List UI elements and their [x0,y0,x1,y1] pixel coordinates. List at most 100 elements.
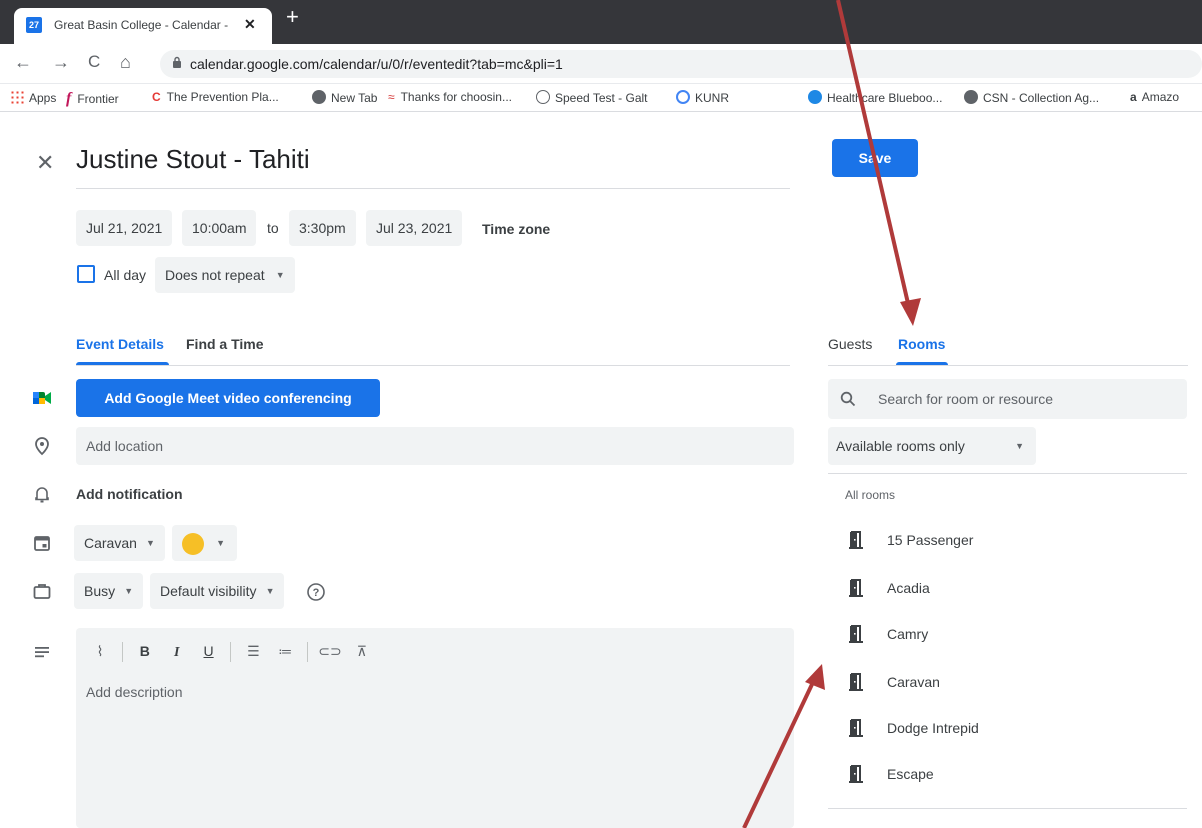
back-icon[interactable]: ← [14,52,32,73]
globe-icon [964,90,978,104]
description-editor[interactable]: ⌇ B I U ☰ ≔ ⊂⊃ ⊼ Add description [76,628,794,828]
bookmark-amazon[interactable]: a Amazo [1130,90,1179,104]
bookmark-apps[interactable]: Apps [10,90,56,105]
bookmark-prevention[interactable]: C The Prevention Pla... [152,90,279,104]
tab-find-a-time[interactable]: Find a Time [186,336,264,352]
bookmark-thanks[interactable]: ≈ Thanks for choosin... [388,90,512,104]
calendar-favicon-icon: 27 [26,17,42,33]
event-color-dropdown[interactable]: ▼ [172,525,237,561]
busy-dropdown[interactable]: Busy ▼ [74,573,144,609]
globe-icon [312,90,326,104]
room-item[interactable]: Caravan [845,668,1145,698]
bookmark-frontier[interactable]: f Frontier [66,90,119,108]
toolbar-divider [121,642,123,662]
room-item[interactable]: Dodge Intrepid [845,714,1145,744]
time-zone-link[interactable]: Time zone [482,221,550,237]
formatting-toolbar: ⌇ B I U ☰ ≔ ⊂⊃ ⊼ [86,642,376,666]
tab-event-details[interactable]: Event Details [76,336,164,352]
room-name: Escape [887,766,934,782]
room-search-placeholder: Search for room or resource [878,391,1054,407]
all-rooms-heading: All rooms [845,488,896,502]
close-event-icon[interactable]: ✕ [36,150,54,176]
start-date-field[interactable]: Jul 21, 2021 [76,210,173,246]
add-google-meet-button[interactable]: Add Google Meet video conferencing [76,379,380,417]
tab-title: Great Basin College - Calendar - [54,18,229,32]
room-name: Caravan [887,674,940,690]
bulleted-list-icon[interactable]: ≔ [271,643,299,660]
bookmark-kunr[interactable]: KUNR [676,90,729,105]
available-rooms-dropdown[interactable]: Available rooms only ▼ [828,427,1036,465]
reload-icon[interactable]: C [88,52,100,72]
new-tab-icon[interactable]: + [286,6,299,28]
lock-icon [173,56,181,68]
bookmark-speed-test[interactable]: Speed Test - Galt [536,90,648,105]
room-item[interactable]: Acadia [845,574,1145,604]
room-door-icon [849,673,863,691]
room-door-icon [849,579,863,597]
tab-rooms[interactable]: Rooms [898,336,945,352]
chevron-down-icon: ▼ [216,538,225,548]
repeat-dropdown[interactable]: Does not repeat ▼ [155,257,295,293]
radio-icon [676,90,690,104]
italic-icon[interactable]: I [163,645,191,661]
room-search-input[interactable]: Search for room or resource [828,379,1187,419]
help-icon[interactable]: ? [306,582,326,602]
briefcase-icon [33,584,51,599]
amazon-icon: a [1130,90,1137,104]
bookmark-healthcare[interactable]: Healthcare Blueboo... [808,90,942,105]
all-day-checkbox[interactable] [77,265,95,283]
clear-formatting-icon[interactable]: ⊼ [348,643,376,660]
arrowhead-room-list [805,664,825,690]
add-notification-link[interactable]: Add notification [76,486,183,502]
numbered-list-icon[interactable]: ☰ [239,643,267,660]
room-name: Acadia [887,580,930,596]
location-pin-icon [35,437,49,456]
attachment-icon[interactable]: ⌇ [86,643,114,660]
room-name: 15 Passenger [887,532,974,548]
bluebook-icon [808,90,822,104]
home-icon[interactable]: ⌂ [120,52,131,73]
url-omnibox[interactable]: calendar.google.com/calendar/u/0/r/event… [160,50,1202,78]
bookmark-csn[interactable]: CSN - Collection Ag... [964,90,1099,105]
chevron-down-icon: ▼ [124,586,134,596]
bookmark-new-tab[interactable]: New Tab [312,90,377,105]
frontier-f-icon: f [66,90,72,107]
event-title-input[interactable]: Justine Stout - Tahiti [76,144,310,175]
prevention-logo-icon: C [152,90,161,104]
room-door-icon [849,719,863,737]
google-meet-icon [33,392,51,404]
bold-icon[interactable]: B [131,643,159,659]
tab-guests[interactable]: Guests [828,336,872,352]
room-name: Dodge Intrepid [887,720,979,736]
link-icon[interactable]: ⊂⊃ [316,643,344,660]
calendar-icon [34,536,50,551]
url-text: calendar.google.com/calendar/u/0/r/event… [190,56,563,72]
rooms-divider [828,473,1187,474]
room-item[interactable]: 15 Passenger [845,526,1145,556]
save-button[interactable]: Save [832,139,918,177]
bookmarks-bar: Apps f Frontier C The Prevention Pla... Ne… [0,84,1202,112]
start-time-field[interactable]: 10:00am [182,210,257,246]
calendar-value: Caravan [84,535,137,551]
room-item[interactable]: Camry [845,620,1145,650]
end-date-field[interactable]: Jul 23, 2021 [366,210,463,246]
room-door-icon [849,625,863,643]
visibility-dropdown[interactable]: Default visibility ▼ [150,573,285,609]
calendar-dropdown[interactable]: Caravan ▼ [74,525,165,561]
chevron-down-icon: ▼ [1015,441,1024,451]
arrowhead-rooms [900,298,921,326]
location-input[interactable]: Add location [76,427,794,465]
room-name: Camry [887,626,929,642]
title-underline [76,188,790,189]
end-time-field[interactable]: 3:30pm [289,210,356,246]
address-bar: ← → C ⌂ calendar.google.com/calendar/u/0… [0,44,1202,84]
close-tab-icon[interactable]: ✕ [244,16,256,33]
to-label: to [267,220,279,236]
all-day-label: All day [104,267,147,283]
browser-tab-calendar[interactable]: 27 Great Basin College - Calendar - ✕ [14,8,272,44]
underline-icon[interactable]: U [195,643,223,659]
visibility-value: Default visibility [160,583,257,599]
forward-icon[interactable]: → [52,52,70,73]
room-item[interactable]: Escape [845,760,1145,790]
description-placeholder: Add description [86,684,183,700]
